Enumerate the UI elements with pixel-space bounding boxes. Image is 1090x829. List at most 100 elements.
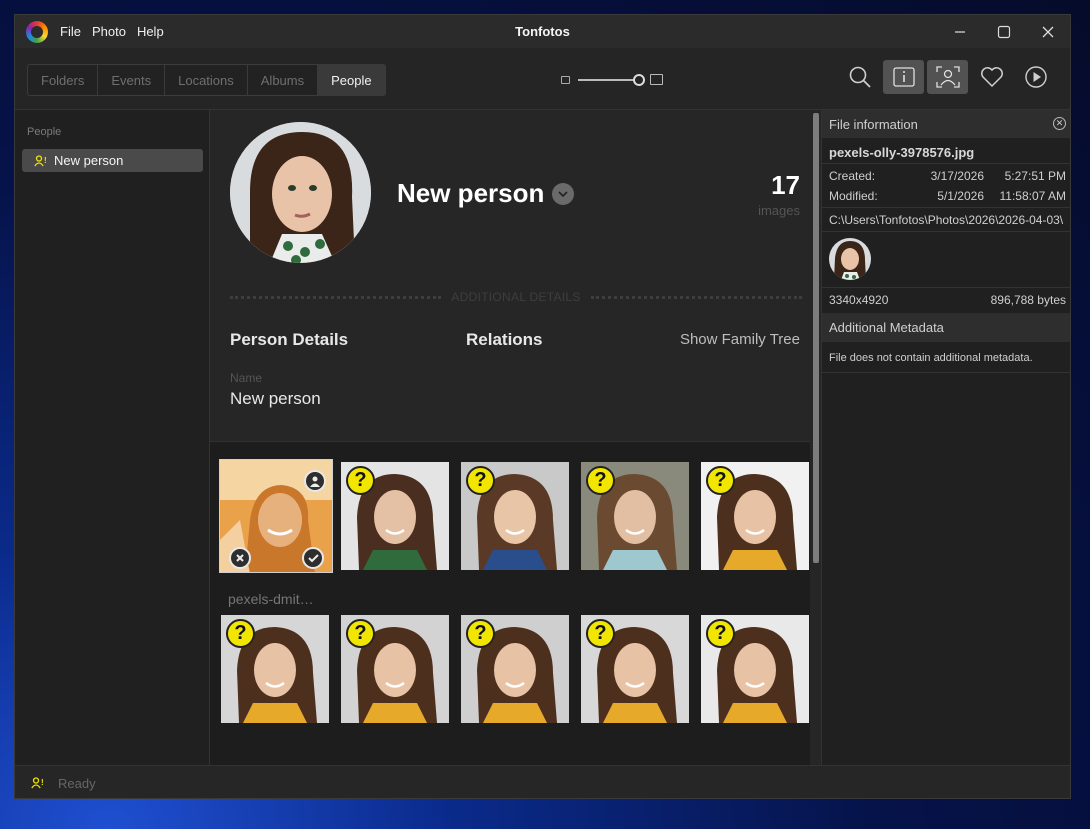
toolbar-tools: [836, 60, 1056, 94]
created-date: 3/17/2026: [930, 169, 984, 183]
unconfirmed-face-icon[interactable]: ?: [466, 466, 495, 495]
menu-bar: File Photo Help: [60, 24, 175, 39]
info-button[interactable]: [883, 60, 924, 94]
file-name: pexels-olly-3978576.jpg: [829, 145, 975, 160]
created-row: Created: 3/17/2026 5:27:51 PM: [829, 169, 1066, 183]
reject-face-button[interactable]: [229, 547, 251, 569]
created-time: 5:27:51 PM: [1004, 169, 1066, 183]
unconfirmed-face-icon[interactable]: ?: [346, 619, 375, 648]
person-name-heading: New person: [397, 178, 575, 209]
close-icon: [236, 554, 244, 562]
view-tabs: Folders Events Locations Albums People: [27, 64, 386, 96]
unconfirmed-face-icon[interactable]: ?: [706, 619, 735, 648]
file-info-panel: File information ✕ pexels-olly-3978576.j…: [821, 110, 1070, 765]
photo-thumbnail[interactable]: ?: [221, 615, 329, 723]
image-count: 17 images: [758, 170, 800, 218]
photo-thumbnail[interactable]: ?: [341, 615, 449, 723]
image-dimensions-row: 3340x4920 896,788 bytes: [829, 293, 1066, 307]
slideshow-button[interactable]: [1015, 60, 1056, 94]
unconfirmed-face-icon[interactable]: ?: [586, 466, 615, 495]
photo-thumbnail[interactable]: ?: [461, 462, 569, 570]
chevron-down-icon: [558, 190, 568, 197]
scrollbar-thumb[interactable]: [813, 113, 819, 563]
image-count-number: 17: [771, 170, 800, 200]
close-info-panel-button[interactable]: ✕: [1053, 117, 1066, 130]
relations-heading: Relations: [466, 330, 543, 349]
favorite-button[interactable]: [971, 60, 1012, 94]
app-window: File Photo Help Tonfotos Folders Events …: [14, 14, 1071, 799]
unconfirmed-face-icon[interactable]: ?: [226, 619, 255, 648]
zoom-slider-handle[interactable]: [633, 73, 645, 86]
play-icon: [1024, 66, 1047, 88]
tab-people[interactable]: People: [318, 65, 385, 95]
assign-person-button[interactable]: [304, 470, 326, 492]
person-menu-button[interactable]: [552, 182, 575, 205]
tab-albums[interactable]: Albums: [248, 65, 319, 95]
face-recognition-button[interactable]: [927, 60, 968, 94]
name-field-label: Name: [230, 371, 263, 385]
person-view: New person 17 images ADDITIONAL DETAILS …: [210, 110, 821, 765]
show-family-tree-link[interactable]: Show Family Tree: [680, 331, 800, 348]
name-field-value[interactable]: New person: [230, 389, 321, 409]
heart-icon: [980, 67, 1003, 88]
additional-metadata-header[interactable]: Additional Metadata: [822, 313, 1070, 342]
menu-help[interactable]: Help: [137, 24, 164, 39]
photo-thumbnail[interactable]: ?: [701, 615, 809, 723]
image-count-label: images: [758, 203, 800, 218]
photo-thumbnail[interactable]: ?: [341, 462, 449, 570]
tab-folders[interactable]: Folders: [28, 65, 99, 95]
sidebar-item-label: New person: [54, 153, 124, 168]
large-image-icon: [650, 74, 663, 85]
small-image-icon: [561, 75, 570, 84]
checkmark-icon: [307, 554, 319, 563]
status-bar: ! Ready: [15, 765, 1070, 798]
detected-face-thumbnail[interactable]: [829, 238, 871, 280]
confirm-face-button[interactable]: [302, 547, 324, 569]
toolbar: Folders Events Locations Albums People: [15, 48, 1070, 110]
search-icon: [849, 66, 871, 88]
person-name: New person: [397, 178, 545, 208]
tab-events[interactable]: Events: [98, 65, 166, 95]
svg-text:!: !: [44, 156, 47, 165]
unconfirmed-face-icon[interactable]: ?: [706, 466, 735, 495]
photo-thumbnail[interactable]: ?: [461, 615, 569, 723]
photo-thumbnail[interactable]: ?: [581, 462, 689, 570]
menu-photo[interactable]: Photo: [92, 24, 126, 39]
zoom-slider[interactable]: [578, 73, 645, 86]
unconfirmed-face-icon[interactable]: ?: [466, 619, 495, 648]
created-label: Created:: [829, 169, 876, 183]
minimize-button[interactable]: [938, 15, 982, 48]
face-recognition-icon: [935, 66, 960, 88]
unknown-person-icon: !: [31, 777, 44, 789]
selected-photo-caption: pexels-dmit…: [228, 591, 314, 607]
info-icon: [892, 67, 915, 87]
sidebar-header: People: [27, 126, 62, 138]
title-bar: File Photo Help Tonfotos: [15, 15, 1070, 48]
close-button[interactable]: [1026, 15, 1070, 48]
file-info-title: File information: [829, 116, 918, 132]
main-scrollbar[interactable]: [810, 110, 821, 765]
tab-locations[interactable]: Locations: [165, 65, 248, 95]
app-logo-icon: [26, 20, 48, 43]
photo-thumbnail[interactable]: ?: [581, 615, 689, 723]
modified-label: Modified:: [829, 189, 878, 203]
unconfirmed-face-icon[interactable]: ?: [586, 619, 615, 648]
sidebar-item-new-person[interactable]: ! New person: [22, 149, 203, 172]
status-text: Ready: [58, 775, 96, 791]
modified-row: Modified: 5/1/2026 11:58:07 AM: [829, 189, 1066, 203]
file-size: 896,788 bytes: [990, 293, 1066, 307]
search-button[interactable]: [839, 60, 880, 94]
image-dimensions: 3340x4920: [829, 293, 889, 307]
menu-file[interactable]: File: [60, 24, 81, 39]
person-details-panel: New person 17 images ADDITIONAL DETAILS …: [210, 110, 810, 442]
person-avatar[interactable]: [230, 122, 371, 263]
photo-thumbnail[interactable]: [219, 459, 333, 573]
people-sidebar: People ! New person: [15, 110, 210, 765]
file-info-header: File information ✕: [822, 110, 1070, 138]
photo-thumbnail[interactable]: ?: [701, 462, 809, 570]
unconfirmed-face-icon[interactable]: ?: [346, 466, 375, 495]
person-details-heading: Person Details: [230, 330, 349, 349]
additional-details-divider[interactable]: ADDITIONAL DETAILS: [230, 290, 802, 304]
file-path[interactable]: C:\Users\Tonfotos\Photos\2026\2026-04-03…: [829, 213, 1069, 227]
maximize-button[interactable]: [982, 15, 1026, 48]
